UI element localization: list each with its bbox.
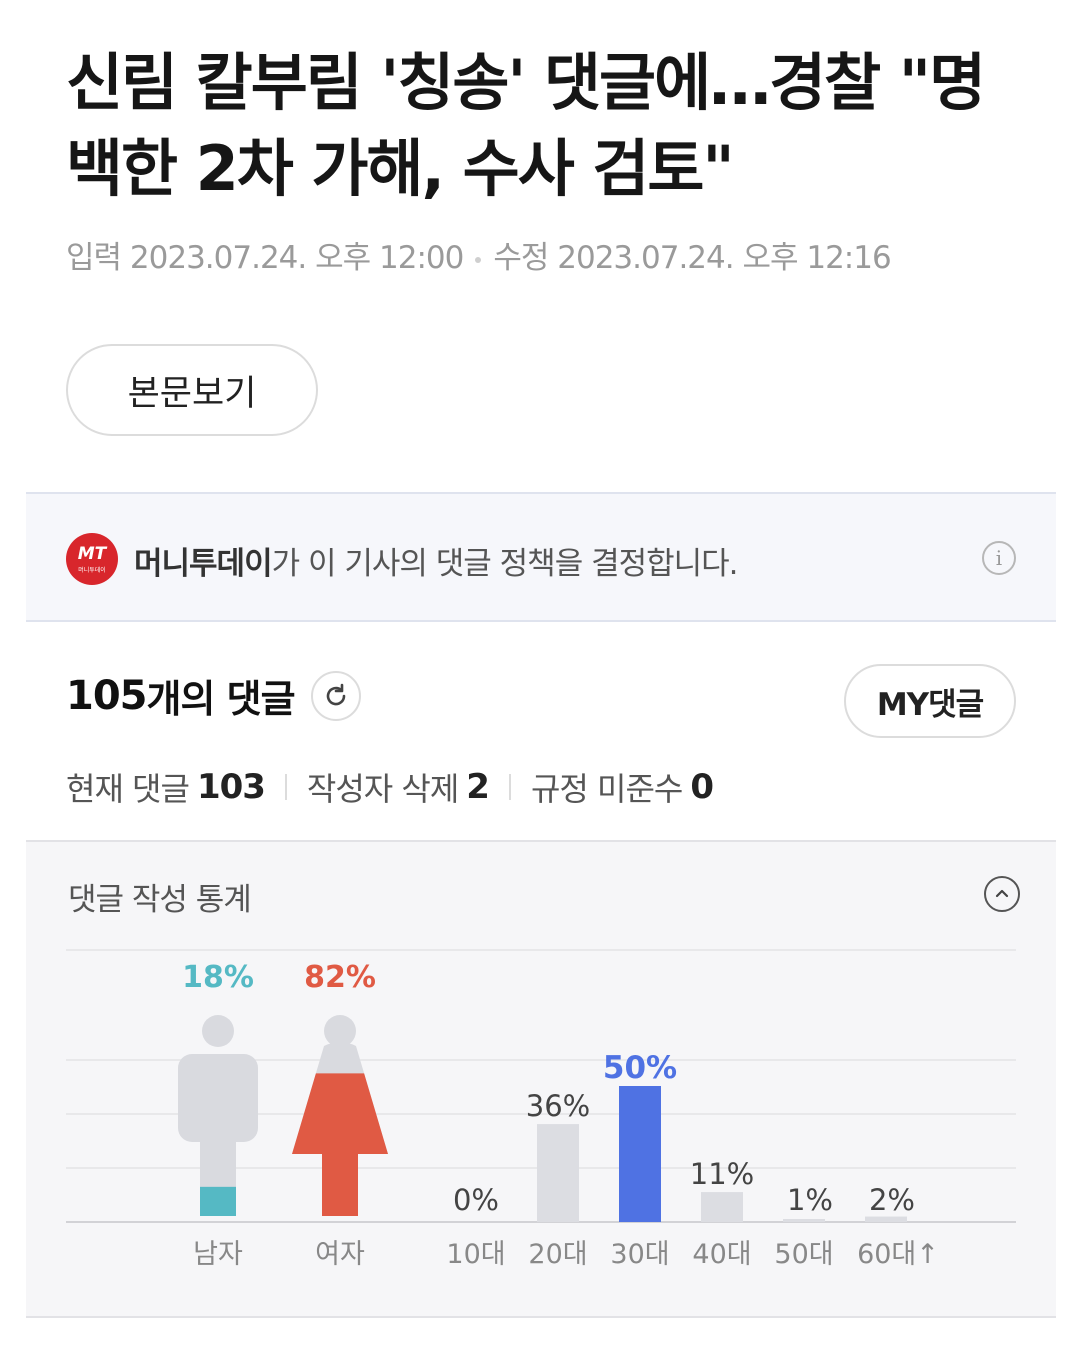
male-figure-fill bbox=[200, 1186, 236, 1216]
age-category-label: 50대 bbox=[774, 1239, 833, 1270]
female-percent-label: 82% bbox=[304, 960, 376, 995]
comment-count-label: 개의 댓글 bbox=[146, 677, 296, 721]
violation-label: 규정 미준수 bbox=[530, 770, 683, 808]
divider bbox=[284, 774, 287, 800]
age-bar bbox=[537, 1124, 579, 1222]
age-value-label: 50% bbox=[603, 1050, 677, 1086]
gender-category-label: 남자 bbox=[193, 1239, 243, 1270]
view-body-button[interactable]: 본문보기 bbox=[66, 344, 318, 436]
publisher-name: 머니투데이 bbox=[134, 546, 273, 582]
current-comments-label: 현재 댓글 bbox=[66, 770, 190, 808]
age-bar bbox=[619, 1086, 661, 1222]
comment-count: 105 bbox=[66, 672, 147, 719]
comment-stats-row: 현재 댓글 103 작성자 삭제 2 규정 미준수 0 bbox=[66, 764, 714, 810]
male-figure-body bbox=[178, 1054, 258, 1142]
input-label: 입력 bbox=[66, 240, 122, 276]
age-value-label: 36% bbox=[526, 1089, 590, 1123]
comment-policy-banner: MT 머니투데이 머니투데이가 이 기사의 댓글 정책을 결정합니다. i bbox=[26, 492, 1056, 622]
male-figure-head bbox=[202, 1015, 234, 1047]
age-category-label: 20대 bbox=[528, 1239, 587, 1270]
age-category-label: 40대 bbox=[692, 1239, 751, 1270]
age-value-label: 1% bbox=[787, 1183, 833, 1217]
author-deleted-value: 2 bbox=[466, 767, 490, 807]
age-value-label: 11% bbox=[690, 1157, 754, 1191]
current-comments-value: 103 bbox=[196, 767, 266, 807]
violation-value: 0 bbox=[690, 767, 714, 807]
author-deleted-label: 작성자 삭제 bbox=[306, 770, 459, 808]
my-comments-button[interactable]: MY댓글 bbox=[844, 664, 1016, 738]
statistics-chart: 18% 82% 남자 여자 0% 10대 36% 20대 50% 30대 11% 40대 1% 50대 2%… bbox=[66, 949, 1016, 1270]
input-date: 2023.07.24. 오후 12:00 bbox=[129, 240, 464, 276]
modified-date: 2023.07.24. 오후 12:16 bbox=[557, 240, 891, 276]
publisher-logo: MT 머니투데이 bbox=[66, 533, 118, 585]
age-value-label: 2% bbox=[869, 1183, 915, 1217]
age-bar bbox=[783, 1219, 825, 1222]
age-bar bbox=[701, 1192, 743, 1222]
article-title: 신림 칼부림 '칭송' 댓글에…경찰 "명백한 2차 가해, 수사 검토" bbox=[66, 46, 986, 205]
separator-dot bbox=[475, 256, 482, 263]
article-dates: 입력 2023.07.24. 오후 12:00 수정 2023.07.24. 오후… bbox=[66, 232, 892, 277]
modified-label: 수정 bbox=[493, 240, 549, 276]
divider bbox=[508, 774, 511, 800]
gender-category-label: 여자 bbox=[315, 1239, 365, 1270]
age-bar bbox=[865, 1216, 907, 1222]
policy-text: 머니투데이가 이 기사의 댓글 정책을 결정합니다. bbox=[134, 546, 739, 582]
comment-statistics-panel: 댓글 작성 통계 18% 82% 남자 여자 0% 10대 36% 20대 50% 30대 11% 4… bbox=[26, 840, 1056, 1318]
male-percent-label: 18% bbox=[182, 960, 254, 995]
age-value-label: 0% bbox=[453, 1183, 499, 1217]
age-category-label: 30대 bbox=[610, 1239, 669, 1270]
info-icon[interactable]: i bbox=[982, 541, 1016, 575]
age-category-label: 60대↑ bbox=[857, 1239, 939, 1270]
age-category-label: 10대 bbox=[446, 1239, 505, 1270]
comment-count-header: 105 개의 댓글 bbox=[66, 668, 361, 723]
refresh-icon[interactable] bbox=[310, 670, 361, 721]
